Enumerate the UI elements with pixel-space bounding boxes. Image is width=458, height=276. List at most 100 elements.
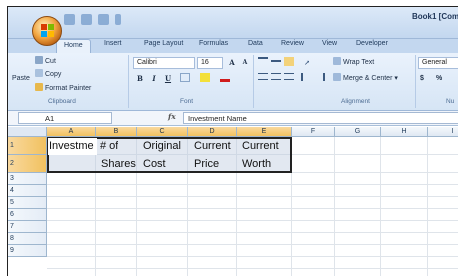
column-header-g[interactable]: G bbox=[335, 127, 381, 137]
borders-icon[interactable] bbox=[180, 73, 190, 82]
align-left-icon[interactable] bbox=[258, 73, 268, 80]
insert-function-icon[interactable]: fx bbox=[168, 112, 176, 121]
row-header-5[interactable]: 5 bbox=[8, 197, 47, 209]
column-header-i[interactable]: I bbox=[428, 127, 458, 137]
save-icon[interactable] bbox=[64, 14, 75, 25]
number-group-label: Nu bbox=[446, 98, 455, 105]
cell-a1[interactable]: Investme bbox=[49, 137, 99, 155]
cell-c1[interactable]: Original bbox=[143, 137, 181, 155]
ribbon: Paste Cut Copy Format Painter Clipboard … bbox=[8, 53, 458, 111]
font-name-select[interactable]: Calibri bbox=[133, 57, 195, 69]
cut-button[interactable]: Cut bbox=[35, 56, 56, 65]
cell-e1[interactable]: Current bbox=[242, 137, 279, 155]
increase-indent-icon[interactable] bbox=[315, 73, 325, 81]
select-all-corner[interactable] bbox=[8, 127, 47, 137]
column-header-e[interactable]: E bbox=[237, 127, 292, 137]
format-painter-label: Format Painter bbox=[45, 85, 92, 92]
row-header-8[interactable]: 8 bbox=[8, 233, 47, 245]
column-header-a[interactable]: A bbox=[47, 127, 96, 137]
column-header-b[interactable]: B bbox=[96, 127, 137, 137]
worksheet-grid[interactable]: ABCDEFGHI 123456789 Investme # of Origin… bbox=[8, 127, 458, 276]
cell-b2[interactable]: Shares bbox=[101, 155, 136, 173]
undo-icon[interactable] bbox=[81, 14, 92, 25]
tab-home[interactable]: Home bbox=[56, 39, 91, 53]
cell-e2[interactable]: Worth bbox=[242, 155, 271, 173]
cell-c2[interactable]: Cost bbox=[143, 155, 166, 173]
wrap-text-button[interactable]: Wrap Text bbox=[333, 57, 374, 66]
tab-developer[interactable]: Developer bbox=[356, 40, 388, 47]
paste-button[interactable]: Paste bbox=[12, 75, 30, 82]
copy-icon bbox=[35, 69, 43, 77]
gridline bbox=[47, 268, 458, 269]
gridline bbox=[427, 137, 428, 276]
grow-font-button[interactable]: A bbox=[226, 57, 238, 68]
align-bottom-icon[interactable] bbox=[284, 57, 294, 66]
row-header-3[interactable]: 3 bbox=[8, 173, 47, 185]
row-header-9[interactable]: 9 bbox=[8, 245, 47, 257]
gridline bbox=[47, 244, 458, 245]
group-divider bbox=[253, 55, 254, 108]
redo-icon[interactable] bbox=[98, 14, 109, 25]
align-top-icon[interactable] bbox=[258, 57, 268, 65]
font-size-select[interactable]: 16 bbox=[197, 57, 223, 69]
wrap-text-label: Wrap Text bbox=[343, 59, 375, 66]
currency-button[interactable]: $ bbox=[420, 75, 424, 82]
align-right-icon[interactable] bbox=[284, 73, 294, 80]
font-color-icon[interactable] bbox=[220, 73, 230, 82]
orientation-icon[interactable]: ↗ bbox=[301, 57, 313, 68]
title-bar: Book1 [Com bbox=[8, 7, 458, 39]
row-header-7[interactable]: 7 bbox=[8, 221, 47, 233]
gridline bbox=[47, 256, 458, 257]
underline-button[interactable]: U bbox=[162, 73, 174, 84]
tab-formulas[interactable]: Formulas bbox=[199, 40, 228, 47]
align-middle-icon[interactable] bbox=[271, 60, 281, 64]
name-box[interactable]: A1 bbox=[18, 112, 112, 124]
percent-button[interactable]: % bbox=[436, 75, 442, 82]
cell-b1[interactable]: # of bbox=[100, 137, 118, 155]
merge-center-button[interactable]: Merge & Center ▾ bbox=[333, 73, 398, 82]
cut-label: Cut bbox=[45, 58, 56, 65]
column-header-h[interactable]: H bbox=[381, 127, 428, 137]
column-header-f[interactable]: F bbox=[292, 127, 335, 137]
cell-d1[interactable]: Current bbox=[194, 137, 231, 155]
shrink-font-button[interactable]: A bbox=[239, 57, 251, 68]
clipboard-group-label: Clipboard bbox=[48, 98, 76, 105]
quick-access-toolbar bbox=[64, 14, 121, 25]
decrease-indent-icon[interactable] bbox=[301, 73, 311, 81]
format-painter-button[interactable]: Format Painter bbox=[35, 83, 91, 92]
tab-page-layout[interactable]: Page Layout bbox=[144, 40, 183, 47]
fill-color-icon[interactable] bbox=[200, 73, 210, 82]
customize-qat-icon[interactable] bbox=[115, 14, 121, 25]
bold-button[interactable]: B bbox=[134, 73, 146, 84]
gridline bbox=[47, 196, 458, 197]
number-format-select[interactable]: General bbox=[418, 57, 458, 69]
tab-insert[interactable]: Insert bbox=[104, 40, 122, 47]
paintbrush-icon bbox=[35, 83, 43, 91]
copy-button[interactable]: Copy bbox=[35, 69, 61, 78]
tab-data[interactable]: Data bbox=[248, 40, 263, 47]
group-divider bbox=[415, 55, 416, 108]
column-header-d[interactable]: D bbox=[188, 127, 237, 137]
italic-button[interactable]: I bbox=[148, 73, 160, 84]
merge-icon bbox=[333, 73, 341, 81]
formula-bar: A1 fx Investment Name bbox=[8, 111, 458, 126]
column-header-c[interactable]: C bbox=[137, 127, 188, 137]
cell-d2[interactable]: Price bbox=[194, 155, 219, 173]
office-button[interactable] bbox=[32, 16, 62, 46]
gridline bbox=[47, 184, 458, 185]
gridline bbox=[47, 232, 458, 233]
row-header-6[interactable]: 6 bbox=[8, 209, 47, 221]
copy-label: Copy bbox=[45, 71, 62, 78]
row-header-2[interactable]: 2 bbox=[8, 155, 47, 173]
gridline bbox=[380, 137, 381, 276]
wrap-text-icon bbox=[333, 57, 341, 65]
ribbon-tabs: Home Insert Page Layout Formulas Data Re… bbox=[8, 39, 458, 53]
gridline bbox=[47, 220, 458, 221]
row-header-4[interactable]: 4 bbox=[8, 185, 47, 197]
align-center-icon[interactable] bbox=[271, 73, 281, 80]
row-header-1[interactable]: 1 bbox=[8, 137, 47, 155]
font-group-label: Font bbox=[180, 98, 194, 105]
tab-view[interactable]: View bbox=[322, 40, 337, 47]
formula-input[interactable]: Investment Name bbox=[183, 112, 458, 124]
tab-review[interactable]: Review bbox=[281, 40, 304, 47]
